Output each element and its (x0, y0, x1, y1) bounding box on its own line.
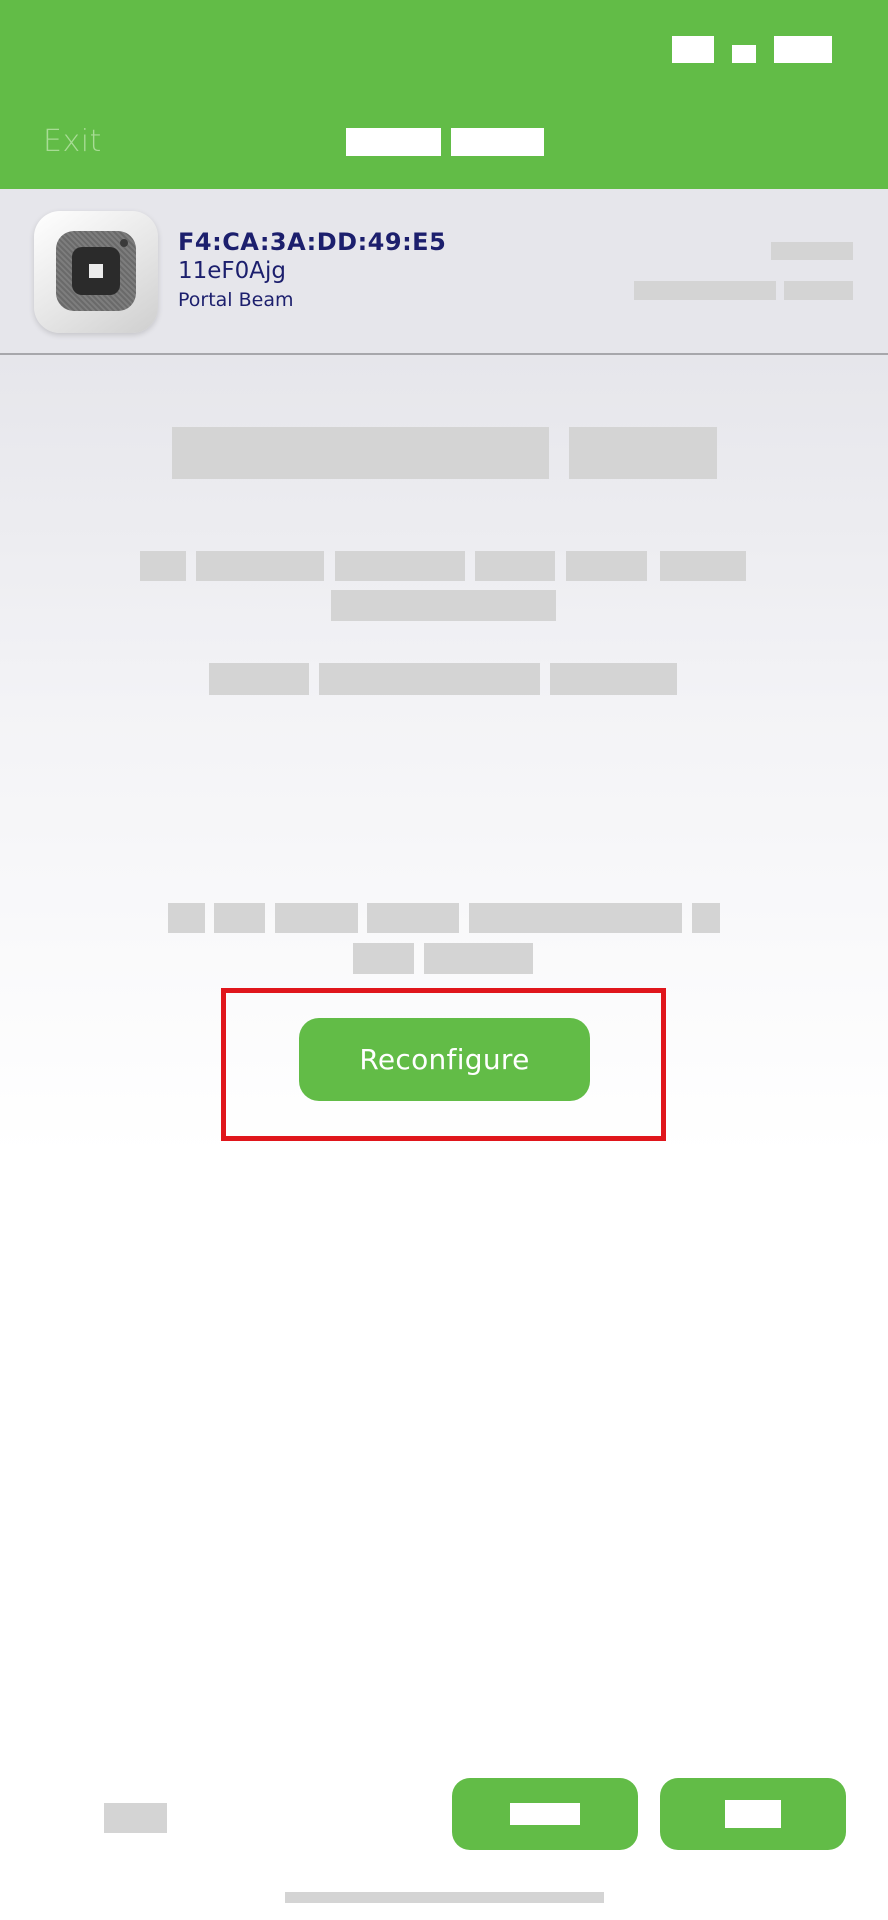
description-text (475, 551, 555, 581)
instruction-text (209, 663, 309, 695)
portal-beam-device-icon (34, 211, 158, 333)
instruction-text (550, 663, 677, 695)
device-type: Portal Beam (178, 289, 294, 311)
reconfigure-hint-text (353, 943, 414, 974)
description-text (335, 551, 465, 581)
reconfigure-hint-text (367, 903, 459, 933)
reconfigure-hint-text (692, 903, 720, 933)
device-info-text (784, 281, 853, 300)
device-status-text (771, 242, 853, 260)
description-text (566, 551, 647, 581)
status-bar-item (672, 36, 714, 63)
home-indicator (285, 1892, 604, 1903)
description-text (331, 590, 556, 621)
instruction-text (319, 663, 540, 695)
footer-button-label (510, 1803, 580, 1825)
reconfigure-hint-text (424, 943, 533, 974)
reconfigure-hint-text (275, 903, 358, 933)
header-title-word (451, 128, 544, 156)
status-bar-item (774, 36, 832, 63)
reconfigure-hint-text (168, 903, 205, 933)
description-text (660, 551, 746, 581)
footer-secondary-button[interactable] (452, 1778, 638, 1850)
reconfigure-hint-text (469, 903, 682, 933)
app-header: Exit (0, 0, 888, 189)
device-id: 11eF0Ajg (178, 258, 287, 284)
device-mac-address: F4:CA:3A:DD:49:E5 (178, 228, 447, 256)
description-text (140, 551, 186, 581)
footer-back-link[interactable] (104, 1803, 167, 1833)
content-title-word (172, 427, 549, 479)
description-text (196, 551, 324, 581)
content-title-word (569, 427, 717, 479)
device-info-text (634, 281, 776, 300)
footer-primary-button[interactable] (660, 1778, 846, 1850)
device-card (0, 189, 888, 355)
reconfigure-hint-text (214, 903, 265, 933)
highlight-box (221, 988, 666, 1141)
exit-link[interactable]: Exit (43, 124, 102, 159)
status-bar-item (732, 45, 756, 63)
footer-button-label (725, 1800, 781, 1828)
header-title-word (346, 128, 441, 156)
